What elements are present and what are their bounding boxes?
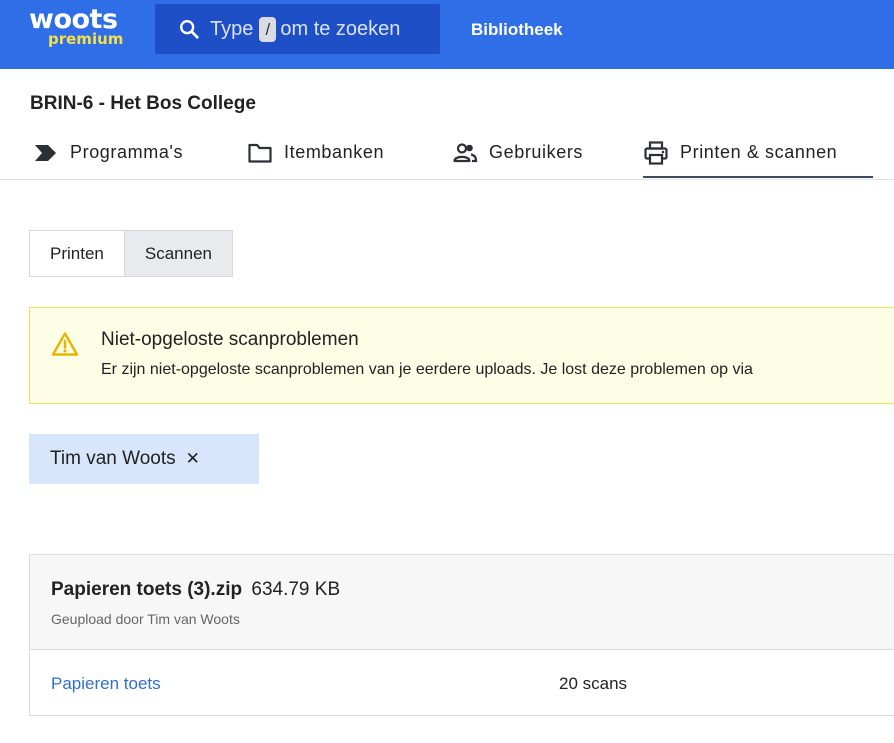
- upload-card-header: Papieren toets (3).zip 634.79 KB Geuploa…: [30, 555, 894, 650]
- organization-title: BRIN-6 - Het Bos College: [30, 93, 256, 114]
- search-icon: [180, 20, 199, 39]
- test-link[interactable]: Papieren toets: [51, 674, 161, 694]
- scan-count: 20 scans: [559, 674, 628, 693]
- tab-label: Gebruikers: [489, 142, 584, 162]
- search-box[interactable]: Type / om te zoeken: [155, 4, 440, 54]
- close-icon[interactable]: ✕: [186, 449, 200, 469]
- print-scan-toggle: Printen Scannen: [29, 230, 233, 277]
- user-filter-chip: Tim van Woots ✕: [29, 434, 259, 484]
- tab-programmas[interactable]: Programma's: [33, 142, 183, 178]
- tab-printen-scannen[interactable]: Printen & scannen: [643, 141, 873, 178]
- tab-label: Printen & scannen: [680, 142, 838, 162]
- search-prefix: Type: [210, 18, 254, 40]
- woots-logo[interactable]: woots premium: [29, 4, 129, 52]
- segment-scannen[interactable]: Scannen: [123, 231, 232, 276]
- logo-tier: premium: [48, 30, 124, 48]
- organization-header: BRIN-6 - Het Bos College Programma's Ite…: [0, 69, 894, 180]
- printer-icon: [644, 141, 668, 165]
- nav-library-link[interactable]: Bibliotheek: [471, 20, 563, 40]
- shortcut-key: /: [259, 17, 277, 42]
- file-name: Papieren toets (3).zip: [51, 579, 243, 600]
- alert-title: Niet-opgeloste scanproblemen: [101, 329, 359, 350]
- warning-icon: [51, 332, 79, 356]
- upload-card: Papieren toets (3).zip 634.79 KB Geuploa…: [29, 554, 894, 716]
- file-info: Papieren toets (3).zip 634.79 KB: [51, 579, 340, 601]
- list-item: Papieren toets 20 scans: [30, 650, 894, 716]
- tab-itembanken[interactable]: Itembanken: [247, 142, 384, 178]
- tag-arrow-icon: [35, 145, 56, 161]
- alert-message: Er zijn niet-opgeloste scanproblemen van…: [101, 361, 753, 378]
- segment-printen[interactable]: Printen: [30, 231, 124, 276]
- search-suffix: om te zoeken: [280, 18, 401, 40]
- users-icon: [453, 143, 478, 163]
- search-placeholder: Type / om te zoeken: [210, 17, 400, 42]
- file-size: 634.79 KB: [251, 579, 341, 600]
- tab-label: Itembanken: [284, 142, 385, 162]
- folder-icon: [248, 143, 272, 163]
- top-navbar: woots premium Type / om te zoeken Biblio…: [0, 0, 894, 69]
- chip-label: Tim van Woots: [50, 448, 176, 469]
- tab-label: Programma's: [70, 142, 184, 162]
- scan-problems-alert: Niet-opgeloste scanproblemen Er zijn nie…: [29, 307, 894, 404]
- uploaded-by: Geupload door Tim van Woots: [51, 611, 240, 627]
- tab-gebruikers[interactable]: Gebruikers: [452, 142, 583, 178]
